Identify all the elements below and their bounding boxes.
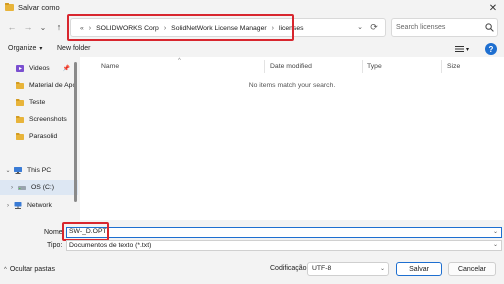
chevron-down-icon: ⌄ bbox=[39, 22, 47, 32]
sidebar-item-os-drive[interactable]: › OS (C:) bbox=[0, 180, 78, 195]
drive-icon bbox=[18, 186, 26, 190]
sidebar-item-label: Material de Apo bbox=[29, 82, 77, 89]
recent-locations-button[interactable]: ⌄ bbox=[37, 21, 49, 33]
file-type-label: Tipo: bbox=[47, 242, 63, 249]
chevron-down-icon: ▾ bbox=[466, 46, 470, 53]
window-title: Salvar como bbox=[18, 3, 60, 12]
sidebar-item-label: OS (C:) bbox=[31, 184, 55, 191]
organize-button[interactable]: Organize ▾ bbox=[8, 45, 42, 52]
column-header-date-modified[interactable]: Date modified bbox=[270, 63, 312, 70]
arrow-right-icon: → bbox=[23, 22, 33, 32]
chevron-down-icon: ⌄ bbox=[493, 242, 499, 248]
list-view-icon bbox=[455, 46, 464, 52]
new-folder-button[interactable]: New folder bbox=[57, 45, 90, 52]
folder-icon bbox=[16, 99, 24, 106]
file-type-value: Documentos de texto (*.txt) bbox=[69, 242, 152, 249]
refresh-icon: ⟳ bbox=[370, 21, 378, 32]
encoding-value: UTF-8 bbox=[312, 265, 332, 272]
address-highlight-box bbox=[67, 14, 294, 41]
video-folder-icon bbox=[16, 65, 24, 72]
arrow-left-icon: ← bbox=[7, 22, 17, 32]
sidebar-item-screenshots[interactable]: Screenshots bbox=[0, 112, 78, 127]
cancel-button[interactable]: Cancelar bbox=[448, 262, 496, 276]
search-icon bbox=[485, 23, 494, 32]
column-divider[interactable] bbox=[264, 60, 265, 73]
up-button[interactable]: ↑ bbox=[53, 21, 65, 33]
column-header-name[interactable]: Name bbox=[101, 63, 119, 70]
sidebar-item-network[interactable]: › Network bbox=[0, 198, 78, 213]
chevron-up-icon: ^ bbox=[4, 266, 7, 273]
hide-folders-label: Ocultar pastas bbox=[9, 266, 55, 273]
help-button[interactable]: ? bbox=[485, 43, 497, 55]
encoding-label: Codificação: bbox=[270, 265, 309, 272]
sidebar-item-label: Videos bbox=[29, 65, 50, 72]
sidebar-scrollbar[interactable] bbox=[74, 62, 77, 202]
forward-button[interactable]: → bbox=[22, 21, 34, 33]
sidebar-item-teste[interactable]: Teste bbox=[0, 95, 78, 110]
file-name-highlight-box bbox=[62, 222, 109, 241]
chevron-down-icon: ▾ bbox=[39, 46, 43, 52]
close-button[interactable]: ✕ bbox=[482, 0, 504, 16]
folder-icon bbox=[16, 116, 24, 123]
empty-state-message: No items match your search. bbox=[248, 82, 336, 89]
sort-ascending-icon: ^ bbox=[178, 58, 181, 64]
sidebar-item-videos[interactable]: Videos 📌 bbox=[0, 61, 78, 76]
chevron-down-icon: ⌄ bbox=[380, 266, 386, 272]
sidebar-item-label: Network bbox=[27, 202, 52, 209]
sidebar-item-parasolid[interactable]: Parasolid bbox=[0, 129, 78, 144]
column-header-type[interactable]: Type bbox=[367, 63, 382, 70]
sidebar-item-label: Screenshots bbox=[29, 116, 67, 123]
search-placeholder: Search licenses bbox=[396, 24, 446, 31]
column-header-size[interactable]: Size bbox=[447, 63, 460, 70]
chevron-down-icon[interactable]: ⌄ bbox=[4, 167, 12, 174]
chevron-right-icon[interactable]: › bbox=[8, 185, 16, 191]
back-button[interactable]: ← bbox=[6, 21, 18, 33]
folder-icon bbox=[16, 82, 24, 89]
save-button[interactable]: Salvar bbox=[396, 262, 442, 276]
sidebar-item-label: Teste bbox=[29, 99, 46, 106]
save-dialog-icon bbox=[5, 3, 14, 11]
file-name-field[interactable] bbox=[66, 227, 502, 238]
chevron-right-icon[interactable]: › bbox=[4, 203, 12, 209]
arrow-up-icon: ↑ bbox=[56, 22, 62, 32]
file-name-dropdown-button[interactable]: ⌄ bbox=[493, 228, 498, 235]
pin-icon: 📌 bbox=[62, 66, 70, 72]
column-divider[interactable] bbox=[362, 60, 363, 73]
refresh-button[interactable]: ⟳ bbox=[367, 20, 381, 34]
organize-label: Organize bbox=[8, 45, 37, 52]
address-dropdown-button[interactable]: ⌄ bbox=[355, 20, 365, 34]
hide-folders-toggle[interactable]: ^ Ocultar pastas bbox=[4, 266, 55, 273]
network-icon bbox=[14, 202, 22, 209]
sidebar-item-this-pc[interactable]: ⌄ This PC bbox=[0, 163, 78, 178]
sidebar-item-label: This PC bbox=[27, 167, 52, 174]
computer-icon bbox=[14, 167, 22, 174]
folder-icon bbox=[16, 133, 24, 140]
sidebar-item-material-de-apo[interactable]: Material de Apo bbox=[0, 78, 78, 93]
sidebar-item-label: Parasolid bbox=[29, 133, 58, 140]
column-divider[interactable] bbox=[441, 60, 442, 73]
view-options-button[interactable]: ▾ bbox=[455, 43, 475, 55]
